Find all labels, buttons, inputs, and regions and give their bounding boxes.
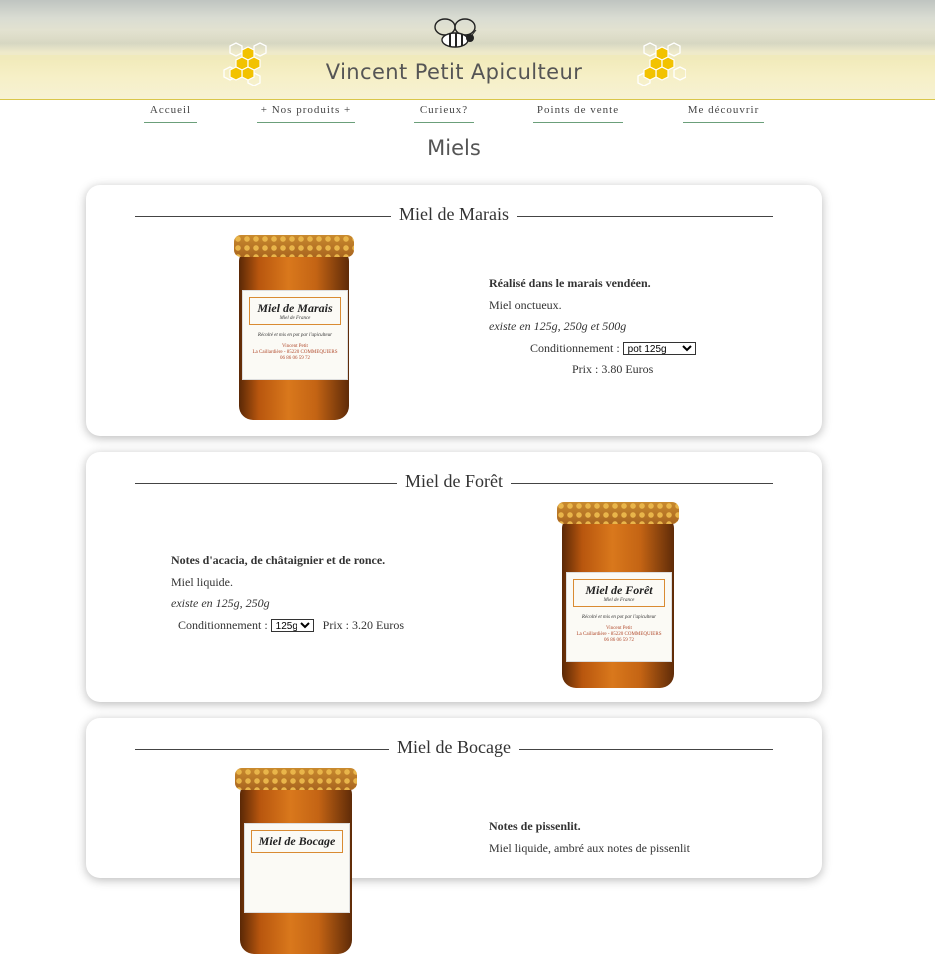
packaging-row: Conditionnement : 125g Prix : 3.20 Euros [171, 615, 501, 637]
product-price: Prix : 3.80 Euros [572, 362, 654, 376]
product-card-bocage: Miel de Bocage Miel de Bocage Notes de p… [86, 718, 822, 954]
packaging-label: Conditionnement : [178, 617, 268, 632]
product-heading: Miel de Forêt [135, 471, 773, 495]
product-description: Réalisé dans le marais vendéen. Miel onc… [489, 273, 789, 381]
product-heading: Miel de Marais [135, 204, 773, 228]
product-lead: Notes de pissenlit. [489, 819, 581, 833]
product-jar-image: Miel de Marais Miel de France Récolté et… [234, 235, 354, 420]
product-card-marais: Miel de Marais Miel de Marais Miel de Fr… [86, 185, 822, 436]
packaging-label: Conditionnement : [530, 340, 620, 355]
jar-lid [234, 235, 354, 257]
packaging-select[interactable]: pot 125g [622, 341, 696, 355]
product-sizes: existe en 125g, 250g et 500g [489, 319, 627, 333]
nav-item-me-decouvrir[interactable]: Me découvrir [683, 104, 764, 123]
nav-item-nos-produits[interactable]: + Nos produits + [257, 104, 355, 123]
product-card-foret: Miel de Forêt Notes d'acacia, de châtaig… [86, 452, 822, 702]
product-jar-image: Miel de Forêt Miel de France Récolté et … [557, 502, 679, 688]
jar-label: Miel de Marais Miel de France Récolté et… [242, 290, 348, 380]
product-description: Notes de pissenlit. Miel liquide, ambré … [489, 816, 789, 859]
product-heading: Miel de Bocage [135, 737, 773, 761]
product-name: Miel de Marais [135, 204, 773, 225]
bee-icon [434, 18, 477, 48]
product-texture: Miel onctueux. [489, 297, 562, 312]
packaging-select[interactable]: 125g [270, 618, 314, 632]
jar-lid [235, 768, 357, 790]
product-texture: Miel liquide, ambré aux notes de pissenl… [489, 840, 690, 855]
product-name: Miel de Bocage [135, 737, 773, 758]
packaging-row: Conditionnement : pot 125g [489, 338, 789, 360]
jar-lid [557, 502, 679, 524]
page-title: Miels [427, 136, 481, 160]
product-name: Miel de Forêt [135, 471, 773, 492]
product-sizes: existe en 125g, 250g [171, 596, 270, 610]
product-price: Prix : 3.20 Euros [322, 617, 405, 632]
site-title[interactable]: Vincent Petit Apiculteur [0, 60, 908, 84]
nav-item-accueil[interactable]: Accueil [144, 104, 197, 123]
nav-item-points-de-vente[interactable]: Points de vente [533, 104, 623, 123]
jar-label: Miel de Bocage [243, 823, 351, 913]
product-lead: Réalisé dans le marais vendéen. [489, 276, 651, 290]
product-texture: Miel liquide. [171, 574, 233, 589]
site-header: Vincent Petit Apiculteur [0, 0, 935, 100]
jar-label: Miel de Forêt Miel de France Récolté et … [565, 572, 673, 662]
nav-item-curieux[interactable]: Curieux? [414, 104, 474, 123]
product-jar-image: Miel de Bocage [235, 768, 357, 954]
product-description: Notes d'acacia, de châtaignier et de ron… [171, 550, 501, 636]
product-lead: Notes d'acacia, de châtaignier et de ron… [171, 553, 386, 567]
